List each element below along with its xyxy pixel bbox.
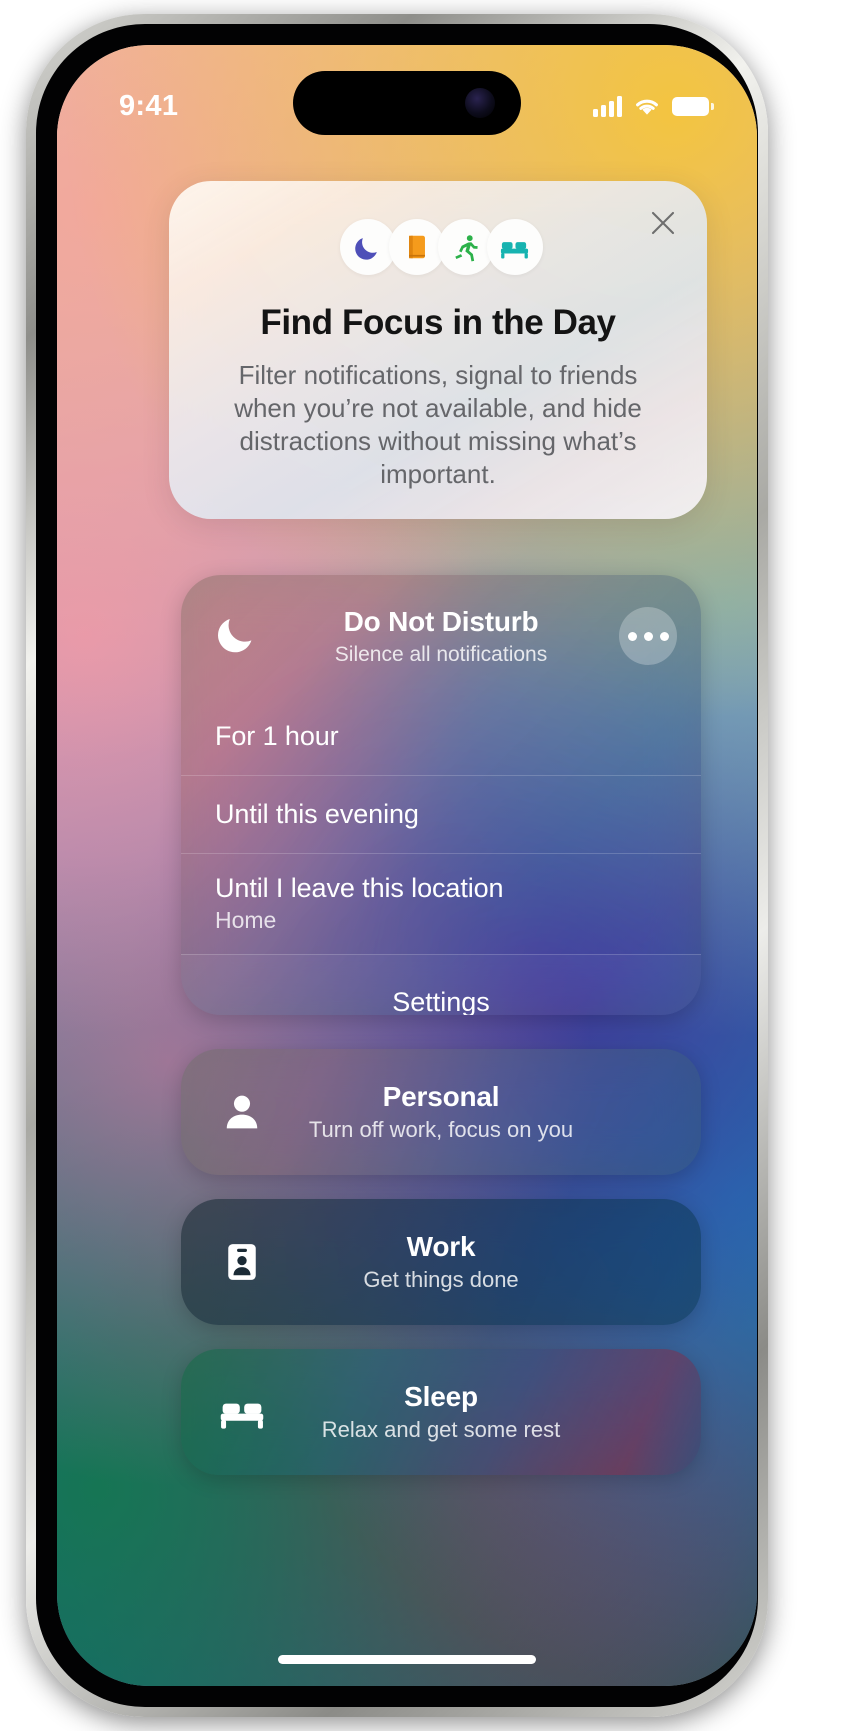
status-icons	[593, 95, 714, 117]
front-camera-icon	[465, 88, 495, 118]
crescent-moon-icon	[213, 610, 261, 663]
do-not-disturb-subtitle: Silence all notifications	[334, 642, 548, 666]
status-time: 9:41	[119, 89, 179, 122]
running-person-icon	[454, 235, 478, 262]
dnd-option-until-i-leave-this-location[interactable]: Until I leave this location Home	[181, 853, 701, 954]
device-frame: 9:41 Find Focus in the Day Filter notifi…	[26, 14, 768, 1717]
do-not-disturb-header[interactable]: Do Not Disturb Silence all notifications	[181, 575, 701, 697]
dnd-option-label: For 1 hour	[215, 720, 339, 751]
dnd-option-label: Until I leave this location	[215, 873, 504, 903]
dnd-option-sublabel: Home	[215, 907, 277, 933]
dynamic-island	[293, 71, 521, 135]
home-indicator[interactable]	[278, 1655, 536, 1664]
wifi-icon	[636, 99, 658, 115]
book-icon	[408, 235, 425, 259]
do-not-disturb-chip	[339, 219, 396, 275]
id-badge-icon	[215, 1235, 269, 1289]
focus-card-personal[interactable]: Personal Turn off work, focus on you	[181, 1049, 701, 1175]
close-icon[interactable]	[641, 201, 685, 245]
dnd-settings-row[interactable]: Settings	[181, 954, 701, 1015]
dnd-option-until-this-evening[interactable]: Until this evening	[181, 775, 701, 853]
focus-card-title: Sleep	[404, 1381, 478, 1412]
bed-icon	[500, 241, 529, 259]
fitness-chip	[437, 219, 494, 275]
cellular-signal-icon	[593, 95, 622, 117]
crescent-moon-icon	[355, 237, 377, 260]
device-bezel: 9:41 Find Focus in the Day Filter notifi…	[36, 24, 758, 1707]
focus-card-title: Personal	[382, 1081, 500, 1112]
person-icon	[215, 1085, 269, 1139]
dnd-settings-label: Settings	[392, 986, 490, 1016]
focus-icon-chips	[169, 219, 707, 275]
focus-promo-card: Find Focus in the Day Filter notificatio…	[169, 181, 707, 519]
focus-card-sleep[interactable]: Sleep Relax and get some rest	[181, 1349, 701, 1475]
page-title: Find Focus in the Day	[260, 303, 616, 342]
dnd-option-label: Until this evening	[215, 798, 419, 829]
ellipsis-icon[interactable]	[619, 607, 677, 665]
focus-card-title: Work	[406, 1231, 476, 1262]
focus-card-subtitle: Get things done	[363, 1267, 519, 1292]
dnd-option-for-1-hour[interactable]: For 1 hour	[181, 697, 701, 775]
reading-chip	[388, 219, 445, 275]
do-not-disturb-title: Do Not Disturb	[343, 605, 539, 637]
phone-screen: 9:41 Find Focus in the Day Filter notifi…	[57, 45, 757, 1686]
do-not-disturb-card[interactable]: Do Not Disturb Silence all notifications…	[181, 575, 701, 1015]
promo-body-text: Filter notifications, signal to friends …	[234, 360, 642, 489]
focus-card-work[interactable]: Work Get things done	[181, 1199, 701, 1325]
focus-card-subtitle: Relax and get some rest	[321, 1417, 561, 1442]
bed-icon	[215, 1385, 269, 1439]
focus-card-subtitle: Turn off work, focus on you	[308, 1117, 574, 1142]
sleep-chip	[486, 219, 543, 275]
battery-icon	[672, 96, 714, 116]
